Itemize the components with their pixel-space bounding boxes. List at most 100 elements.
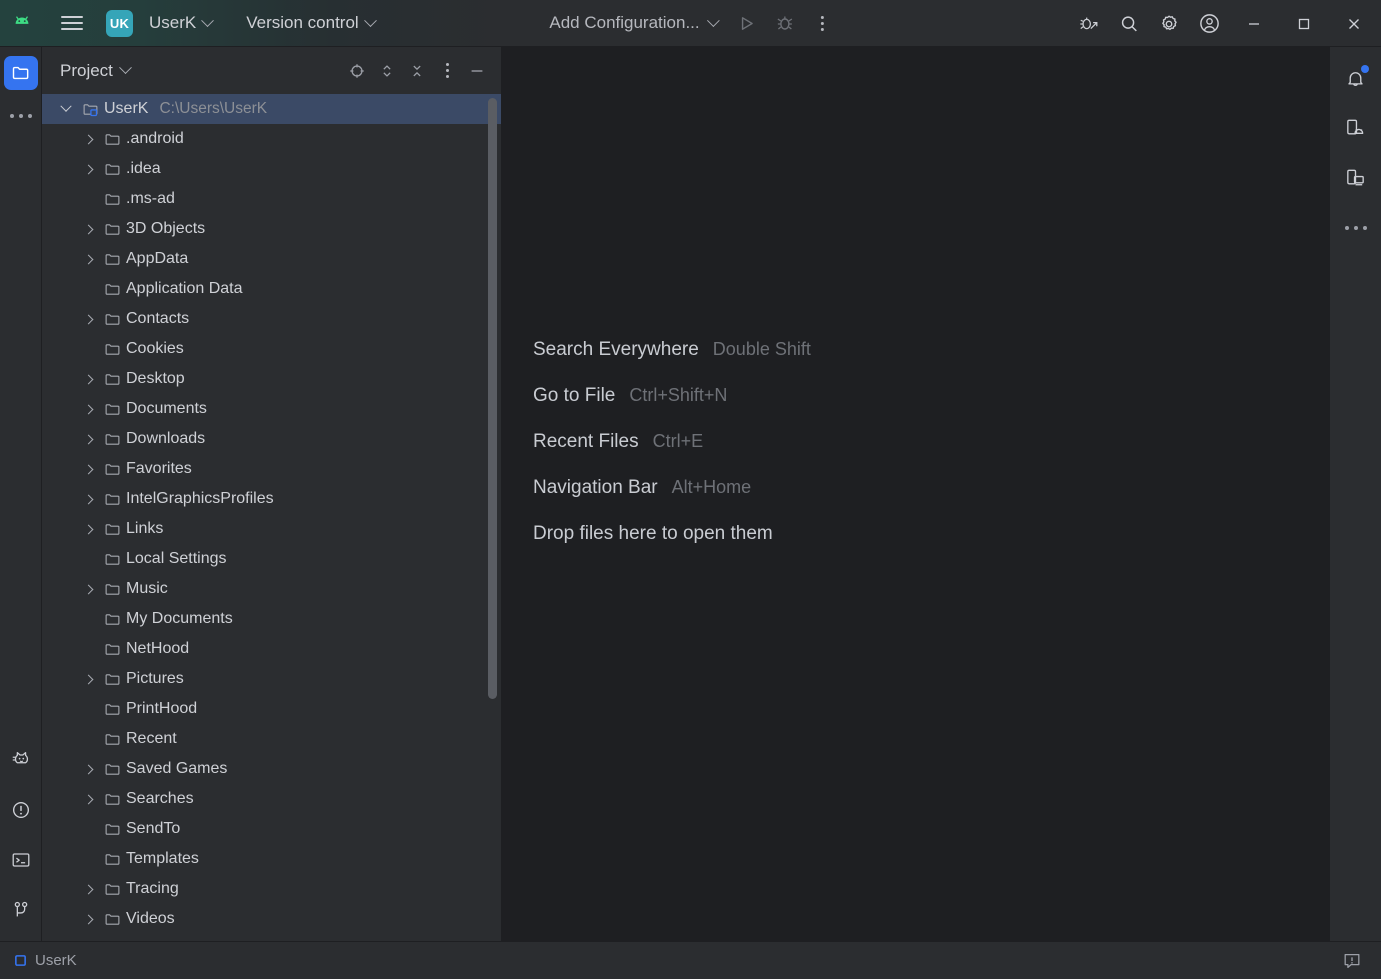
chevron-right-icon[interactable]	[76, 674, 100, 684]
window-minimize-icon	[1249, 22, 1259, 25]
app-inspection-button[interactable]	[1071, 6, 1107, 42]
tree-row[interactable]: PrintHood	[42, 694, 501, 724]
version-control-dropdown[interactable]: Version control	[238, 9, 382, 37]
tree-row[interactable]: Tracing	[42, 874, 501, 904]
cat-logcat-icon	[12, 752, 28, 764]
tree-row[interactable]: Pictures	[42, 664, 501, 694]
chevron-right-icon[interactable]	[76, 884, 100, 894]
tree-row[interactable]: Recent	[42, 724, 501, 754]
chevron-right-icon[interactable]	[76, 794, 100, 804]
folder-icon	[100, 671, 124, 688]
tree-row[interactable]: Videos	[42, 904, 501, 934]
chevron-right-icon[interactable]	[76, 494, 100, 504]
tree-row[interactable]: .ms-ad	[42, 184, 501, 214]
burger-line-2	[61, 22, 83, 24]
chevron-right-icon[interactable]	[76, 764, 100, 774]
chevron-right-icon[interactable]	[76, 434, 100, 444]
tree-row[interactable]: Cookies	[42, 334, 501, 364]
sidebar-item-notifications[interactable]	[1337, 59, 1375, 97]
run-more-button[interactable]	[805, 5, 841, 41]
tree-row[interactable]: 3D Objects	[42, 214, 501, 244]
tree-row[interactable]: Music	[42, 574, 501, 604]
expand-collapse-button[interactable]	[373, 57, 401, 85]
window-maximize-button[interactable]	[1281, 0, 1327, 47]
tree-row-label: Links	[126, 520, 164, 537]
empty-state-action[interactable]: Go to File Ctrl+Shift+N	[533, 385, 811, 407]
run-configuration-selector[interactable]: Add Configuration...	[540, 8, 726, 38]
sidebar-item-terminal[interactable]	[4, 843, 38, 877]
tree-row[interactable]: IntelGraphicsProfiles	[42, 484, 501, 514]
chevron-right-icon[interactable]	[76, 914, 100, 924]
project-panel-options-button[interactable]	[433, 57, 461, 85]
project-tree: UserK C:\Users\UserK .android .idea .ms-ad 3D…	[42, 94, 501, 934]
tree-row[interactable]: Local Settings	[42, 544, 501, 574]
hamburger-menu-icon[interactable]	[50, 7, 94, 39]
tree-row[interactable]: AppData	[42, 244, 501, 274]
empty-state-action-shortcut: Alt+Home	[671, 477, 752, 497]
run-button[interactable]	[729, 5, 765, 41]
settings-button[interactable]	[1151, 6, 1187, 42]
tree-row[interactable]: My Documents	[42, 604, 501, 634]
tree-row[interactable]: Desktop	[42, 364, 501, 394]
search-button[interactable]	[1111, 6, 1147, 42]
project-badge[interactable]: UK	[106, 9, 133, 37]
event-log-button[interactable]	[1337, 947, 1367, 975]
tree-row[interactable]: Links	[42, 514, 501, 544]
empty-state-action-label: Search Everywhere	[533, 339, 699, 360]
tree-row[interactable]: Contacts	[42, 304, 501, 334]
chevron-right-icon[interactable]	[76, 224, 100, 234]
project-panel-actions	[343, 57, 491, 85]
terminal-icon	[12, 853, 29, 867]
tree-row-root[interactable]: UserK C:\Users\UserK	[42, 94, 501, 124]
chevron-right-icon[interactable]	[76, 254, 100, 264]
empty-state-action[interactable]: Recent Files Ctrl+E	[533, 431, 811, 453]
empty-state-action[interactable]: Navigation Bar Alt+Home	[533, 477, 811, 499]
sidebar-item-device-manager[interactable]	[1337, 109, 1375, 147]
debug-button[interactable]	[767, 5, 803, 41]
chevron-right-icon[interactable]	[76, 164, 100, 174]
empty-state-action[interactable]: Search Everywhere Double Shift	[533, 339, 811, 361]
sidebar-more-button[interactable]	[4, 99, 38, 133]
tree-row[interactable]: .android	[42, 124, 501, 154]
collapse-all-button[interactable]	[403, 57, 431, 85]
sidebar-item-running-devices[interactable]	[1337, 159, 1375, 197]
chevron-right-icon[interactable]	[76, 464, 100, 474]
run-configuration-label: Add Configuration...	[549, 13, 700, 32]
project-tree-scrollbar[interactable]	[486, 94, 498, 941]
project-name-dropdown[interactable]: UserK	[141, 9, 220, 37]
tree-row[interactable]: Documents	[42, 394, 501, 424]
tree-row[interactable]: Saved Games	[42, 754, 501, 784]
select-opened-file-button[interactable]	[343, 57, 371, 85]
tree-row[interactable]: .idea	[42, 154, 501, 184]
hide-panel-button[interactable]	[463, 57, 491, 85]
chevron-right-icon[interactable]	[76, 404, 100, 414]
sidebar-item-problems[interactable]	[4, 793, 38, 827]
right-stripe-more-button[interactable]	[1337, 209, 1375, 247]
project-panel-title[interactable]: Project	[60, 61, 132, 81]
tree-row-label: PrintHood	[126, 700, 198, 717]
scrollbar-thumb[interactable]	[488, 98, 497, 699]
status-bar-project[interactable]: UserK	[14, 952, 77, 969]
tree-row[interactable]: Favorites	[42, 454, 501, 484]
chevron-right-icon[interactable]	[76, 584, 100, 594]
folder-icon	[105, 373, 119, 385]
sidebar-item-version-control[interactable]	[4, 893, 38, 927]
problems-warning-icon	[12, 801, 29, 819]
chevron-right-icon[interactable]	[76, 374, 100, 384]
tree-row[interactable]: Templates	[42, 844, 501, 874]
chevron-right-icon[interactable]	[76, 314, 100, 324]
tree-row[interactable]: Downloads	[42, 424, 501, 454]
chevron-down-icon[interactable]	[54, 100, 78, 113]
chevron-right-icon[interactable]	[76, 524, 100, 534]
tree-row[interactable]: SendTo	[42, 814, 501, 844]
chevron-right-icon[interactable]	[76, 134, 100, 144]
window-minimize-button[interactable]	[1231, 0, 1277, 47]
device-manager-icon	[1347, 119, 1364, 134]
account-button[interactable]	[1191, 6, 1227, 42]
window-close-button[interactable]	[1331, 0, 1377, 47]
sidebar-item-project[interactable]	[3, 56, 38, 90]
tree-row[interactable]: NetHood	[42, 634, 501, 664]
tree-row[interactable]: Application Data	[42, 274, 501, 304]
sidebar-item-logcat[interactable]	[4, 743, 38, 777]
tree-row[interactable]: Searches	[42, 784, 501, 814]
